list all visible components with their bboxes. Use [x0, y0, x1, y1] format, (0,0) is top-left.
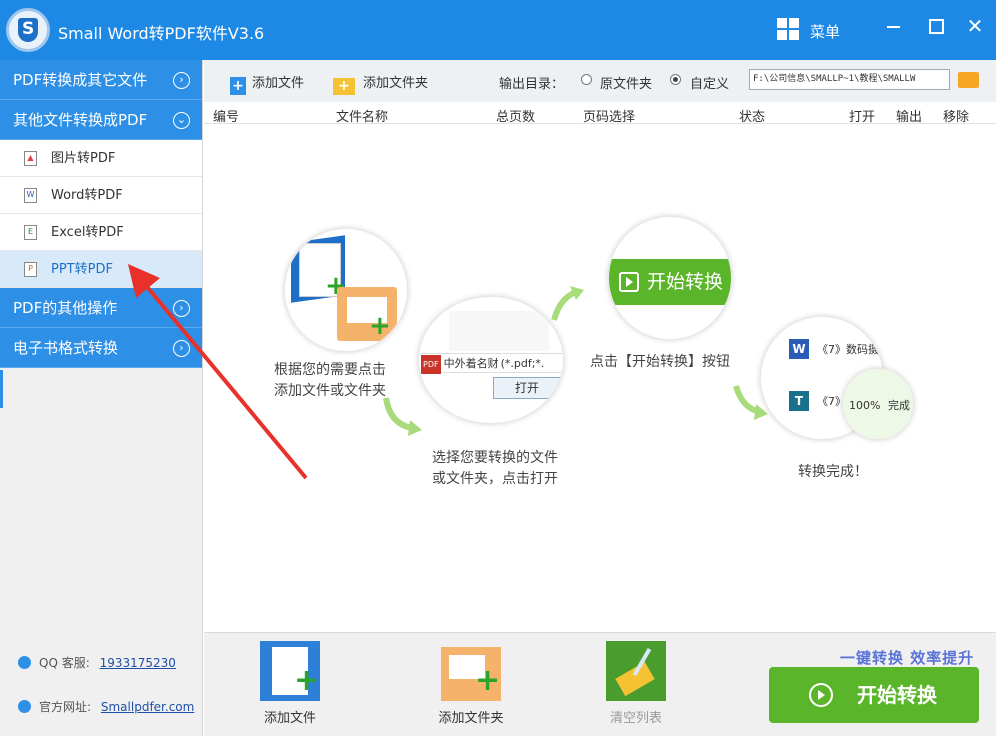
sidebar-category-pdf-other-ops[interactable]: PDF的其他操作 › [0, 288, 202, 328]
column-header-number: 编号 [213, 110, 240, 125]
column-header-output: 输出 [896, 110, 923, 125]
sidebar-category-other-to-pdf[interactable]: 其他文件转换成PDF ⌄ [0, 100, 202, 140]
add-folder-icon: + [333, 78, 355, 95]
file-table-header: 编号 文件名称 总页数 页码选择 状态 打开 输出 移除 [204, 102, 996, 125]
step1-illustration: + + [284, 228, 408, 352]
menu-button[interactable]: 菜单 [810, 21, 840, 42]
start-convert-button[interactable]: 开始转换 [769, 667, 979, 723]
sidebar-item-ppt-to-pdf[interactable]: P PPT转PDF [0, 251, 202, 288]
column-header-page-select: 页码选择 [583, 110, 636, 125]
menu-grid-icon[interactable] [777, 18, 799, 40]
output-path-input[interactable]: F:\公司信息\SMALLP~1\教程\SMALLW [749, 69, 950, 90]
step2-illustration: PDF 中外着名财 (*.pdf;*. 打开 [418, 296, 564, 424]
radio-original-folder[interactable] [581, 74, 592, 85]
chevron-right-icon: › [173, 340, 190, 357]
sidebar-accent-strip [0, 370, 3, 408]
sidebar-category-ebook-convert[interactable]: 电子书格式转换 › [0, 328, 202, 368]
file-list-area[interactable]: + + 根据您的需要点击 添加文件或文件夹 PDF 中外着名财 (*.pdf;*. 打… [204, 124, 996, 632]
slogan: 一键转换 效率提升 [840, 649, 975, 667]
minimize-button[interactable] [882, 14, 906, 38]
guide-arrow-icon [551, 286, 584, 321]
output-dir-label: 输出目录： [499, 77, 565, 92]
sidebar-item-image-to-pdf[interactable]: ▲ 图片转PDF [0, 140, 202, 177]
browser-icon [18, 700, 31, 713]
add-file-icon: + [230, 77, 246, 95]
guide-arrow-icon [383, 397, 422, 436]
column-header-remove: 移除 [943, 110, 970, 125]
word-file-icon: W [24, 188, 37, 203]
browse-folder-icon[interactable] [958, 72, 979, 88]
chevron-right-icon: › [173, 72, 190, 89]
sidebar: PDF转换成其它文件 › 其他文件转换成PDF ⌄ ▲ 图片转PDF W Wor… [0, 60, 203, 736]
step3-text: 点击【开始转换】按钮 [590, 354, 730, 370]
radio-custom-folder-label[interactable]: 自定义 [690, 73, 729, 92]
bottom-bar: + 添加文件 + 添加文件夹 清空列表 一键转换 效率提升 开始转换 [204, 632, 996, 736]
app-logo: S [6, 8, 50, 52]
play-icon [809, 683, 833, 707]
guide-arrow-icon [733, 385, 768, 420]
step4-text: 转换完成！ [798, 464, 868, 480]
broom-icon [606, 641, 666, 701]
add-folder-button[interactable]: + 添加文件夹 [333, 72, 428, 95]
qq-number-link[interactable]: 1933175230 [100, 656, 176, 670]
add-file-icon: + [260, 641, 320, 701]
close-button[interactable]: ✕ [963, 14, 987, 38]
qq-support: QQ 客服: 1933175230 [18, 654, 176, 671]
website-link[interactable]: Smallpdfer.com [101, 700, 194, 714]
radio-custom-folder[interactable] [670, 74, 681, 85]
bottom-add-file-button[interactable]: + 添加文件 [250, 641, 330, 726]
add-folder-icon: + [441, 641, 501, 701]
maximize-button[interactable] [923, 14, 947, 38]
toolbar: + 添加文件 + 添加文件夹 输出目录： 原文件夹 自定义 F:\公司信息\SMAL… [204, 60, 996, 102]
column-header-status: 状态 [739, 110, 766, 125]
chevron-down-icon: ⌄ [173, 112, 190, 129]
image-file-icon: ▲ [24, 151, 37, 166]
column-header-total-pages: 总页数 [496, 110, 536, 125]
excel-file-icon: E [24, 225, 37, 240]
column-header-open: 打开 [849, 110, 876, 125]
column-header-filename: 文件名称 [336, 110, 389, 125]
step2-text: 选择您要转换的文件 或文件夹，点击打开 [432, 450, 558, 487]
sidebar-category-pdf-to-other[interactable]: PDF转换成其它文件 › [0, 60, 202, 100]
official-site: 官方网址: Smallpdfer.com [18, 698, 194, 715]
title-bar: S Small Word转PDF软件V3.6 菜单 ✕ [0, 0, 996, 60]
ppt-file-icon: P [24, 262, 37, 277]
step3-illustration: 开始转换 [608, 216, 732, 340]
chevron-right-icon: › [173, 300, 190, 317]
add-file-button[interactable]: + 添加文件 [230, 72, 304, 95]
sidebar-item-word-to-pdf[interactable]: W Word转PDF [0, 177, 202, 214]
bottom-clear-list-button[interactable]: 清空列表 [596, 641, 676, 726]
radio-original-folder-label[interactable]: 原文件夹 [600, 73, 652, 92]
qq-icon [18, 656, 31, 669]
step4-progress-bubble: 100% 完成 [842, 368, 914, 440]
sidebar-item-excel-to-pdf[interactable]: E Excel转PDF [0, 214, 202, 251]
step1-text: 根据您的需要点击 添加文件或文件夹 [274, 362, 386, 399]
bottom-add-folder-button[interactable]: + 添加文件夹 [431, 641, 511, 726]
app-title: Small Word转PDF软件V3.6 [58, 24, 265, 43]
